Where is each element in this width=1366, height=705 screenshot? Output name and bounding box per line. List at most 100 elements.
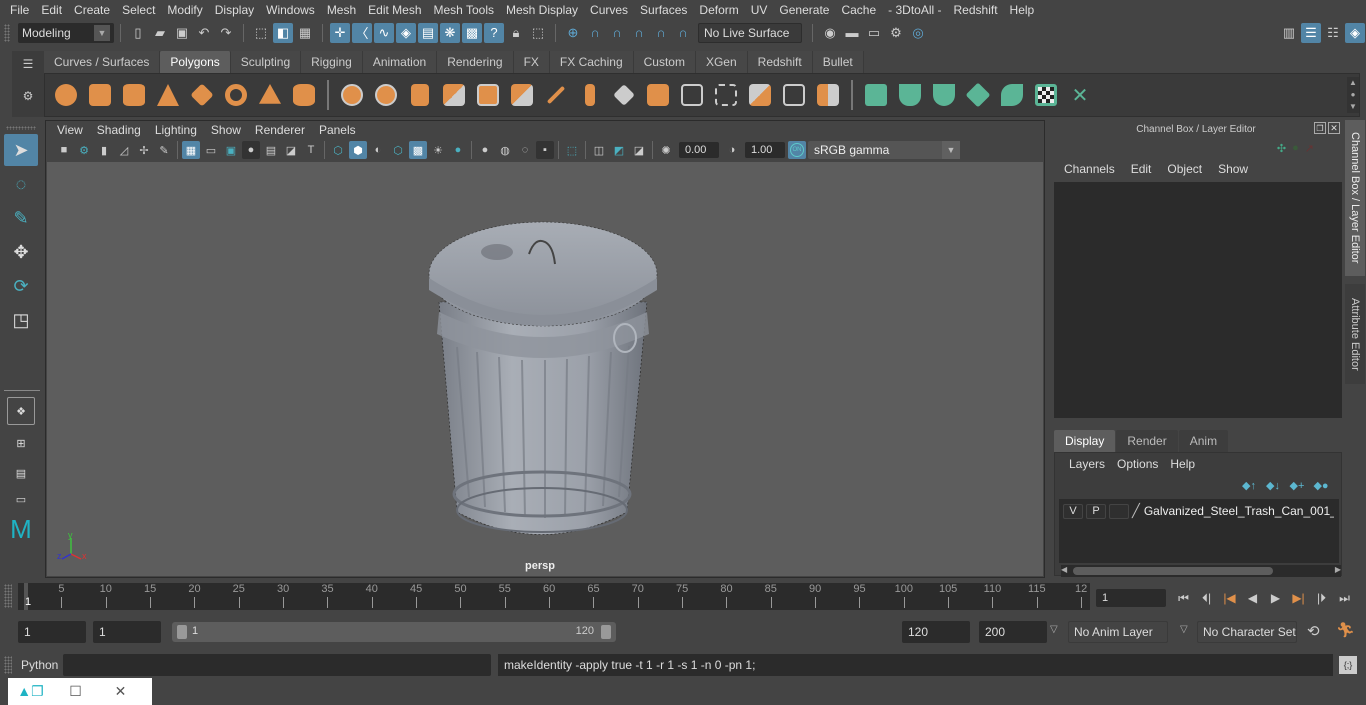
planar-uv-icon[interactable]: [861, 80, 891, 110]
menu-uv[interactable]: UV: [745, 3, 774, 17]
color-management-toggle[interactable]: ON: [788, 141, 806, 159]
step-back-frame-icon[interactable]: ⏴|: [1195, 588, 1218, 608]
quad-draw-icon[interactable]: [813, 80, 843, 110]
menu-mesh[interactable]: Mesh: [321, 3, 362, 17]
render-settings-icon[interactable]: ▩: [462, 22, 482, 43]
gamma-field[interactable]: 1.00: [745, 142, 785, 158]
time-slider[interactable]: 1 5 10 15 20 25 30 35 40 45 50 55 60 65 70 75 80 85 90 95 1…: [18, 583, 1090, 610]
snap-grid-icon[interactable]: ✛: [330, 22, 350, 43]
separate-icon[interactable]: [371, 80, 401, 110]
help-icon[interactable]: ?: [484, 22, 504, 43]
shelf-tab-xgen[interactable]: XGen: [695, 51, 748, 73]
3d-viewport[interactable]: y x z persp: [47, 162, 1043, 576]
safe-title-icon[interactable]: T: [302, 141, 320, 159]
channel-box-toggle-icon[interactable]: ◈: [1345, 22, 1365, 43]
live-surface-field[interactable]: No Live Surface: [698, 22, 802, 43]
exposure-icon[interactable]: ✺: [657, 141, 675, 159]
attribute-editor-toggle-icon[interactable]: ☰: [1301, 22, 1321, 43]
select-tool-icon[interactable]: ➤: [4, 134, 38, 166]
xray-joints-icon[interactable]: ◩: [610, 141, 628, 159]
shelf-tab-fx[interactable]: FX: [513, 51, 550, 73]
motion-blur-icon[interactable]: ◍: [496, 141, 514, 159]
snap-surface-icon[interactable]: ◈: [396, 22, 416, 43]
poly-cube-icon[interactable]: [85, 80, 115, 110]
poly-torus-icon[interactable]: [221, 80, 251, 110]
scroll-left-icon[interactable]: ◀: [1061, 565, 1067, 574]
redo-icon[interactable]: ↷: [216, 23, 236, 43]
shelf-tab-fx-caching[interactable]: FX Caching: [549, 51, 634, 73]
grease-pencil-icon[interactable]: ✎: [155, 141, 173, 159]
select-component-icon[interactable]: ▦: [295, 23, 315, 43]
playback-end-field[interactable]: 120: [902, 621, 970, 643]
shelf-tab-bullet[interactable]: Bullet: [812, 51, 864, 73]
close-window-icon[interactable]: ✕: [98, 683, 143, 700]
anim-layer-dropdown-arrow-icon[interactable]: ▽: [1050, 624, 1058, 635]
mirror-icon[interactable]: [405, 80, 435, 110]
menu-edit-mesh[interactable]: Edit Mesh: [362, 3, 427, 17]
menu-redshift[interactable]: Redshift: [948, 3, 1004, 17]
contour-stretch-uv-icon[interactable]: [997, 80, 1027, 110]
menu-generate[interactable]: Generate: [773, 3, 835, 17]
cb-menu-channels[interactable]: Channels: [1056, 162, 1123, 176]
move-layer-down-icon[interactable]: ◆↓: [1263, 479, 1283, 492]
anti-aliasing-icon[interactable]: ◌: [516, 141, 534, 159]
layer-tab-render[interactable]: Render: [1116, 430, 1178, 452]
extrude-icon[interactable]: [575, 80, 605, 110]
snap-magnet-live-icon[interactable]: ∩: [673, 23, 693, 43]
camera-icon[interactable]: ■: [55, 141, 73, 159]
step-back-key-icon[interactable]: |◀: [1218, 588, 1241, 608]
character-set-dropdown[interactable]: No Character Set: [1197, 621, 1297, 643]
hyper-icon[interactable]: ↗: [1305, 142, 1314, 155]
snap-magnet-grid-icon[interactable]: ⊕: [563, 23, 583, 43]
use-all-lights-icon[interactable]: ☀: [429, 141, 447, 159]
tool-settings-icon[interactable]: ☷: [1323, 23, 1343, 43]
target-weld-icon[interactable]: [745, 80, 775, 110]
vp-menu-view[interactable]: View: [50, 123, 90, 137]
shadows-icon[interactable]: ●: [449, 141, 467, 159]
toolbox-grip[interactable]: [6, 126, 36, 130]
render-current-frame-icon[interactable]: ▬: [842, 23, 862, 43]
toolbar-grip[interactable]: [4, 23, 10, 42]
outliner-layout-icon[interactable]: ▤: [4, 459, 38, 487]
shelf-tab-rigging[interactable]: Rigging: [301, 51, 363, 73]
select-hierarchy-icon[interactable]: ⬚: [251, 23, 271, 43]
shelf-tab-custom[interactable]: Custom: [633, 51, 696, 73]
graph-layout-icon[interactable]: ▭: [4, 489, 38, 509]
maya-app-icon[interactable]: ▲❐: [8, 683, 53, 700]
menu-3dtoall[interactable]: - 3DtoAll -: [882, 3, 947, 17]
scale-tool-icon[interactable]: ◳: [4, 304, 38, 336]
snap-point-icon[interactable]: ∿: [374, 22, 394, 43]
four-view-layout-icon[interactable]: ⊞: [4, 429, 38, 457]
smooth-shade-icon[interactable]: ⬢: [349, 141, 367, 159]
color-space-dropdown[interactable]: sRGB gamma ▼: [808, 141, 960, 159]
poly-pipe-icon[interactable]: [289, 80, 319, 110]
layer-color-swatch-icon[interactable]: ╱: [1132, 503, 1140, 519]
step-forward-frame-icon[interactable]: |⏵: [1310, 588, 1333, 608]
new-scene-icon[interactable]: ▯: [128, 23, 148, 43]
vp-menu-lighting[interactable]: Lighting: [148, 123, 204, 137]
layer-tab-display[interactable]: Display: [1054, 430, 1116, 452]
automatic-uv-icon[interactable]: [963, 80, 993, 110]
menu-edit[interactable]: Edit: [35, 3, 68, 17]
modeling-toolkit-icon[interactable]: ▥: [1279, 23, 1299, 43]
layer-menu-options[interactable]: Options: [1111, 457, 1164, 471]
extract-icon[interactable]: [473, 80, 503, 110]
menu-cache[interactable]: Cache: [835, 3, 882, 17]
play-backwards-icon[interactable]: ◀: [1241, 588, 1264, 608]
poly-pyramid-icon[interactable]: [255, 80, 285, 110]
mode-selector[interactable]: Modeling ▼: [18, 22, 114, 43]
undo-icon[interactable]: ↶: [194, 23, 214, 43]
snap-magnet-curve-icon[interactable]: ∩: [585, 23, 605, 43]
start-time-field[interactable]: 1: [18, 621, 86, 643]
menu-mesh-tools[interactable]: Mesh Tools: [428, 3, 500, 17]
snap-magnet-surface-icon[interactable]: ∩: [651, 23, 671, 43]
end-time-field[interactable]: 200: [979, 621, 1047, 643]
layer-menu-layers[interactable]: Layers: [1063, 457, 1111, 471]
snap-curve-icon[interactable]: 〈: [352, 22, 372, 43]
cb-menu-edit[interactable]: Edit: [1123, 162, 1160, 176]
command-line-grip[interactable]: [4, 656, 12, 674]
script-language-toggle[interactable]: Python: [21, 658, 58, 672]
screen-space-ao-icon[interactable]: ●: [476, 141, 494, 159]
scroll-right-icon[interactable]: ▶: [1335, 565, 1341, 574]
shelf-tab-polygons[interactable]: Polygons: [160, 51, 231, 73]
